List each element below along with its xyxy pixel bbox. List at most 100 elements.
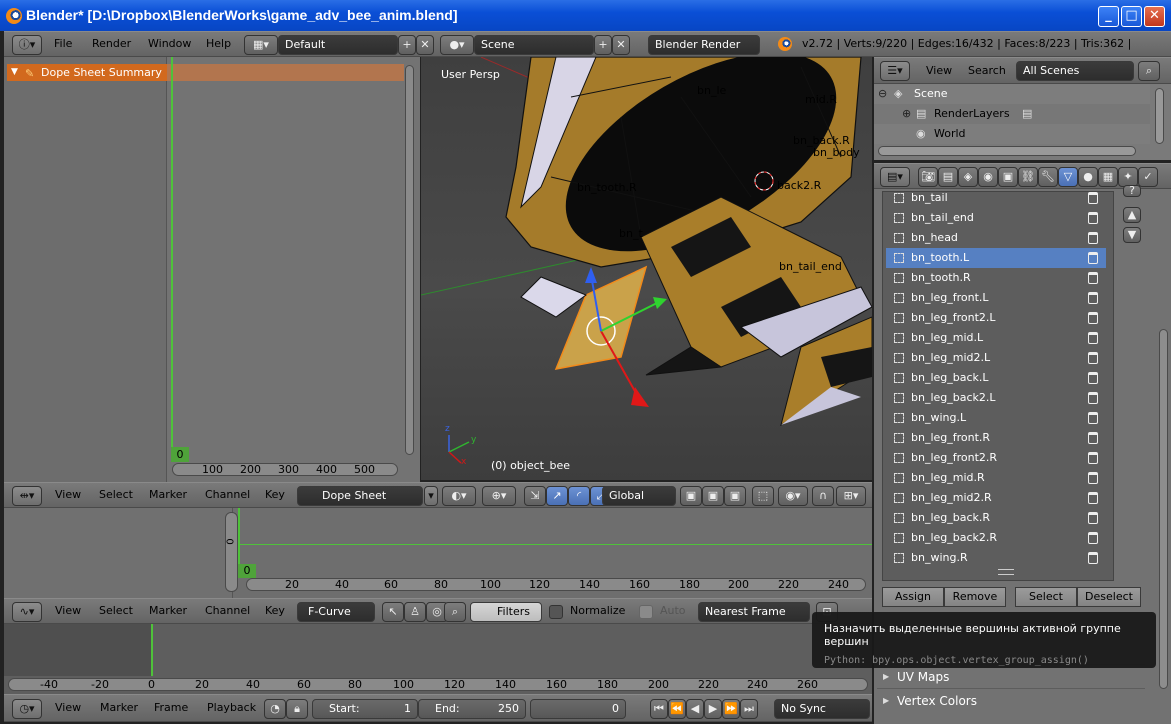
remove-screen-icon[interactable]: ✕ xyxy=(416,35,434,55)
translate-manipulator-icon[interactable]: ↗ xyxy=(546,486,568,506)
vertex-group-row[interactable]: bn_leg_back2.L xyxy=(886,388,1106,408)
outliner-search-icon[interactable]: ⌕ xyxy=(1138,61,1160,81)
lock-icon[interactable] xyxy=(1088,432,1098,444)
snap-element-icon[interactable]: ⊞▾ xyxy=(836,486,866,506)
vertex-group-row[interactable]: bn_leg_mid2.L xyxy=(886,348,1106,368)
timeline-menu-marker[interactable]: Marker xyxy=(100,696,138,720)
vertex-group-row[interactable]: bn_leg_front.R xyxy=(886,428,1106,448)
particles-tab-icon[interactable]: ✦ xyxy=(1118,167,1138,187)
jump-start-icon[interactable]: ⏮ xyxy=(650,699,668,719)
outliner-row[interactable]: ⊖ ◈ Scene xyxy=(874,84,1150,104)
vertex-group-row[interactable]: bn_leg_mid.L xyxy=(886,328,1106,348)
play-reverse-icon[interactable]: ◀ xyxy=(686,699,704,719)
render-layers-tab-icon[interactable]: ▤ xyxy=(938,167,958,187)
outliner-row[interactable]: ◉ World xyxy=(874,124,1150,144)
list-resize-handle[interactable] xyxy=(998,569,1014,575)
dopesheet-mode-select[interactable]: Dope Sheet xyxy=(297,486,423,506)
vertex-group-row[interactable]: bn_leg_back.R xyxy=(886,508,1106,528)
info-editor-type-icon[interactable]: ⓘ▾ xyxy=(12,35,42,55)
normalize-checkbox[interactable] xyxy=(549,605,563,619)
vertex-group-row[interactable]: bn_wing.R xyxy=(886,548,1106,568)
expand-icon[interactable]: ⊕ xyxy=(902,107,911,120)
lock-icon[interactable] xyxy=(1088,492,1098,504)
graph-mode-select[interactable]: F-Curve xyxy=(297,602,375,622)
lock-icon[interactable] xyxy=(1088,392,1098,404)
vertex-group-row[interactable]: bn_leg_mid.R xyxy=(886,468,1106,488)
menu-window[interactable]: Window xyxy=(148,32,191,56)
lock-icon[interactable] xyxy=(1088,452,1098,464)
collapse-icon[interactable]: ⊖ xyxy=(878,87,887,100)
close-button[interactable]: ✕ xyxy=(1144,6,1165,27)
expand-triangle-icon[interactable]: ▼ xyxy=(11,64,18,81)
add-scene-icon[interactable]: + xyxy=(594,35,612,55)
outliner-editor-type-icon[interactable]: ☰▾ xyxy=(880,61,910,81)
prev-keyframe-icon[interactable]: ⏪ xyxy=(668,699,686,719)
add-screen-icon[interactable]: + xyxy=(398,35,416,55)
maximize-button[interactable]: □ xyxy=(1121,6,1142,27)
vertex-group-row[interactable]: bn_leg_mid2.R xyxy=(886,488,1106,508)
lock-icon[interactable] xyxy=(1088,372,1098,384)
physics-tab-icon[interactable]: ✓ xyxy=(1138,167,1158,187)
outliner-menu-view[interactable]: View xyxy=(926,59,952,83)
dopesheet-menu-key[interactable]: Key xyxy=(265,483,285,507)
lock-icon[interactable] xyxy=(1088,232,1098,244)
move-up-icon[interactable]: ▲ xyxy=(1123,207,1141,223)
vertex-group-row[interactable]: bn_tail_end xyxy=(886,208,1106,228)
material-tab-icon[interactable]: ● xyxy=(1078,167,1098,187)
vertex-colors-panel-header[interactable]: Vertex Colors xyxy=(877,688,1145,713)
lock-icon[interactable] xyxy=(1088,552,1098,564)
graph-menu-view[interactable]: View xyxy=(55,599,81,623)
graph-vscrollbar[interactable] xyxy=(225,512,238,592)
lock-icon[interactable] xyxy=(1088,332,1098,344)
auto-snap-select[interactable]: Nearest Frame xyxy=(698,602,810,622)
data-tab-icon[interactable]: ▽ xyxy=(1058,167,1078,187)
vertex-group-row[interactable]: bn_tooth.L xyxy=(886,248,1106,268)
assign-button[interactable]: Assign xyxy=(882,587,944,607)
end-frame-field[interactable]: End: 250 xyxy=(418,699,526,719)
viewport-editor-type-icon[interactable]: ▾ xyxy=(424,486,438,506)
remove-scene-icon[interactable]: ✕ xyxy=(612,35,630,55)
edge-select-icon[interactable]: ▣ xyxy=(702,486,724,506)
menu-file[interactable]: File xyxy=(54,32,72,56)
select-button[interactable]: Select xyxy=(1015,587,1077,607)
timeline-menu-frame[interactable]: Frame xyxy=(154,696,188,720)
deselect-button[interactable]: Deselect xyxy=(1077,587,1141,607)
modifiers-tab-icon[interactable]: 🔧︎ xyxy=(1038,167,1058,187)
dopesheet-menu-select[interactable]: Select xyxy=(99,483,133,507)
render-tab-icon[interactable]: 📷︎ xyxy=(918,167,938,187)
transform-orientation-select[interactable]: Global xyxy=(602,486,676,506)
screen-layout-field[interactable]: Default xyxy=(278,35,398,55)
outliner-menu-search[interactable]: Search xyxy=(968,59,1006,83)
face-select-icon[interactable]: ▣ xyxy=(724,486,746,506)
lock-icon[interactable] xyxy=(1088,312,1098,324)
dopesheet-menu-view[interactable]: View xyxy=(55,483,81,507)
timeline-hscrollbar[interactable] xyxy=(8,678,868,691)
rotate-manipulator-icon[interactable]: ◜ xyxy=(568,486,590,506)
jump-end-icon[interactable]: ⏭ xyxy=(740,699,758,719)
lock-icon[interactable] xyxy=(1088,512,1098,524)
menu-render[interactable]: Render xyxy=(92,32,131,56)
menu-help[interactable]: Help xyxy=(206,32,231,56)
vertex-group-row[interactable]: bn_wing.L xyxy=(886,408,1106,428)
current-frame-field[interactable]: 0 xyxy=(530,699,626,719)
lock-icon[interactable] xyxy=(1088,212,1098,224)
dopesheet-menu-marker[interactable]: Marker xyxy=(149,483,187,507)
vertex-group-row[interactable]: bn_leg_back2.R xyxy=(886,528,1106,548)
auto-checkbox[interactable] xyxy=(639,605,653,619)
channel-dope-sheet-summary[interactable]: ▼ ✎ Dope Sheet Summary xyxy=(7,64,167,81)
screen-layout-icon[interactable]: ▦▾ xyxy=(244,35,278,55)
vertex-group-row[interactable]: bn_tooth.R xyxy=(886,268,1106,288)
lock-icon[interactable] xyxy=(1088,412,1098,424)
only-selected-icon[interactable]: ↖ xyxy=(382,602,404,622)
vertex-group-row[interactable]: bn_leg_front2.L xyxy=(886,308,1106,328)
ghost-curves-icon[interactable]: ♙ xyxy=(404,602,426,622)
lock-icon[interactable] xyxy=(1088,352,1098,364)
timeline-menu-view[interactable]: View xyxy=(55,696,81,720)
lock-icon[interactable] xyxy=(1088,192,1098,204)
minimize-button[interactable]: _ xyxy=(1098,6,1119,27)
lock-icon[interactable] xyxy=(1088,292,1098,304)
dopesheet-menu-channel[interactable]: Channel xyxy=(205,483,250,507)
outliner-vscrollbar[interactable] xyxy=(1155,88,1164,144)
properties-editor-type-icon[interactable]: ▤▾ xyxy=(880,167,910,187)
limit-selection-icon[interactable]: ⬚ xyxy=(752,486,774,506)
